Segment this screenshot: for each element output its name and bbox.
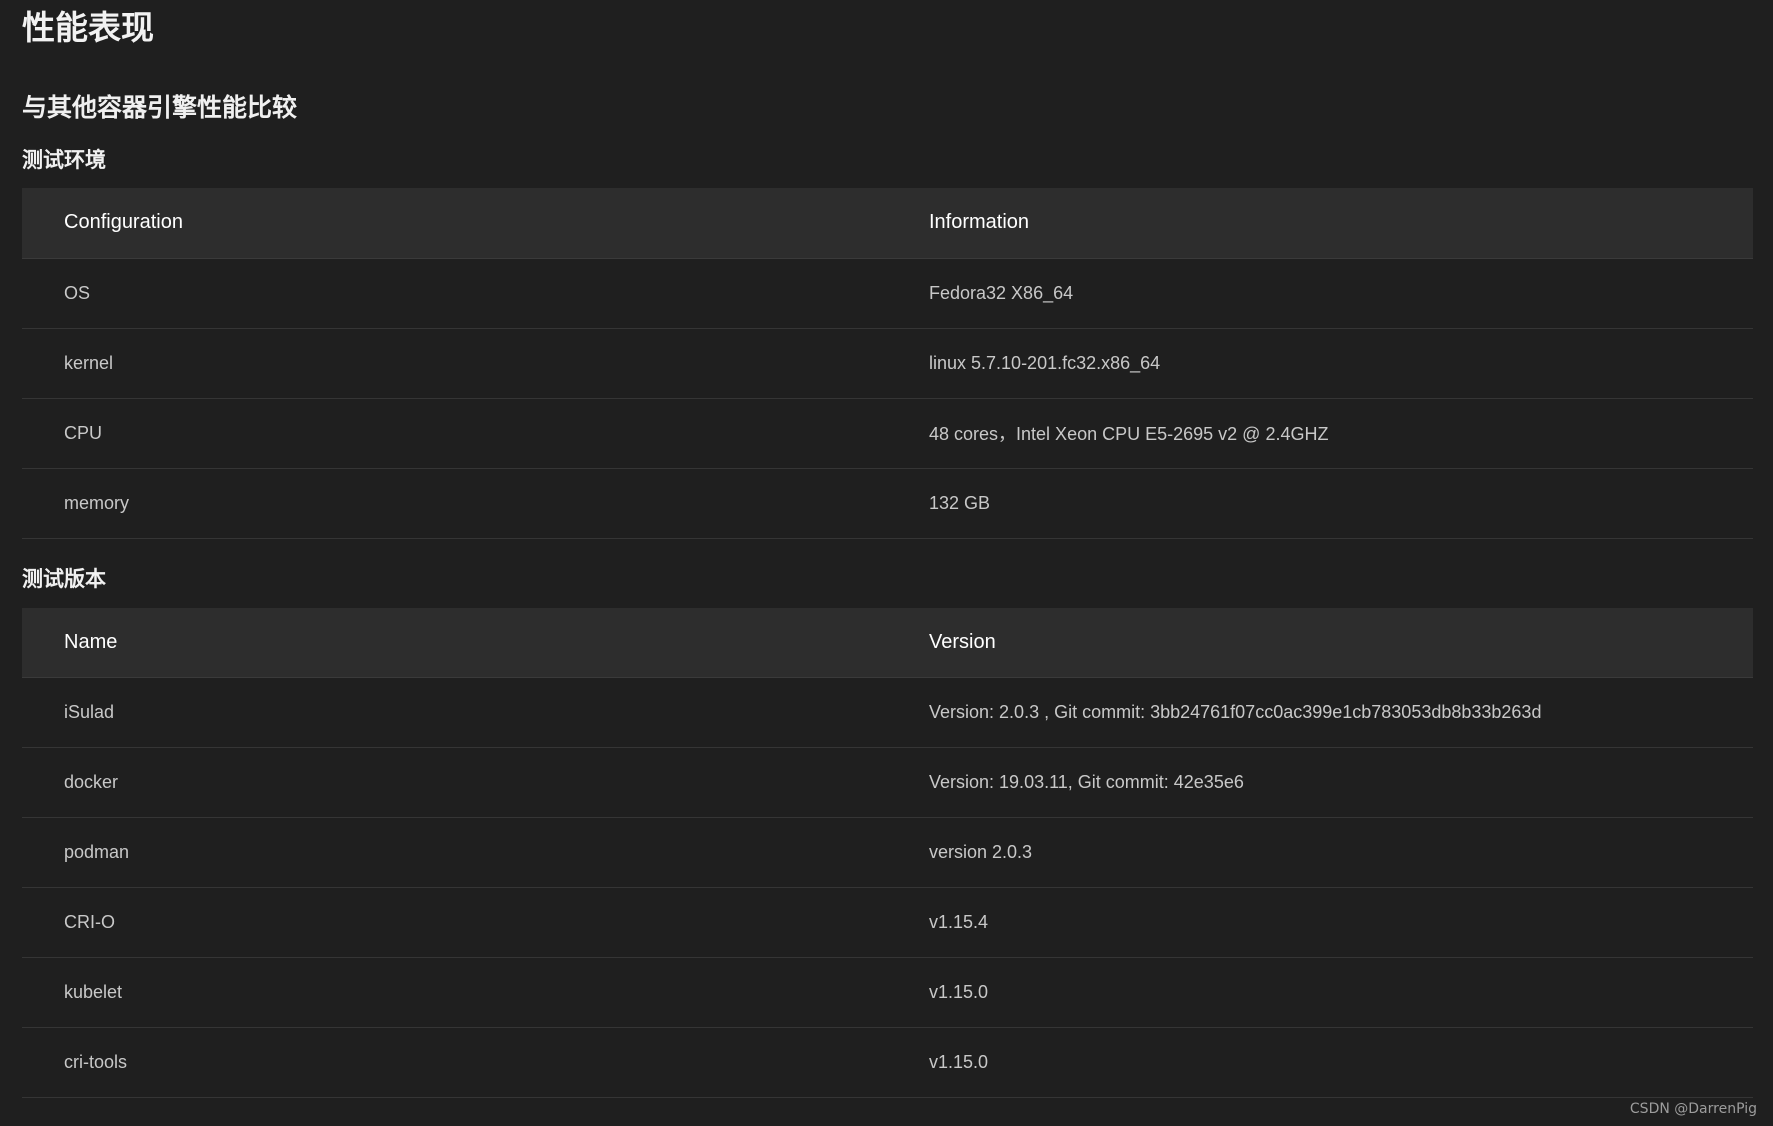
table-cell: 132 GB <box>887 468 1753 539</box>
env-title: 测试环境 <box>22 149 106 172</box>
table-row: podman version 2.0.3 <box>22 817 1753 888</box>
column-header: Version <box>887 607 1753 678</box>
table-row: kernel linux 5.7.10-201.fc32.x86_64 <box>22 328 1753 399</box>
table-cell: kernel <box>22 328 887 399</box>
table-row: kubelet v1.15.0 <box>22 957 1753 1028</box>
page: 性能表现 与其他容器引擎性能比较 测试环境 Configuration Info… <box>0 0 1773 1126</box>
table-row: cri-tools v1.15.0 <box>22 1027 1753 1098</box>
table-cell: CPU <box>22 398 887 469</box>
table-row: OS Fedora32 X86_64 <box>22 258 1753 329</box>
table-cell: CRI-O <box>22 887 887 958</box>
table-cell: OS <box>22 258 887 329</box>
table-header-row: Name Version <box>22 607 1753 678</box>
table-cell: v1.15.4 <box>887 887 1753 958</box>
column-header: Name <box>22 607 887 678</box>
table-cell: v1.15.0 <box>887 957 1753 1028</box>
table-cell: version 2.0.3 <box>887 817 1753 888</box>
env-table: Configuration Information OS Fedora32 X8… <box>22 188 1753 539</box>
table-row: CRI-O v1.15.4 <box>22 887 1753 958</box>
watermark: CSDN @DarrenPig <box>1629 1101 1757 1117</box>
table-cell: docker <box>22 747 887 818</box>
table-cell: v1.15.0 <box>887 1027 1753 1098</box>
column-header: Configuration <box>22 188 887 259</box>
page-title: 性能表现 <box>22 9 154 46</box>
table-cell: kubelet <box>22 957 887 1028</box>
table-cell: Version: 2.0.3 , Git commit: 3bb24761f07… <box>887 677 1753 748</box>
table-cell: Fedora32 X86_64 <box>887 258 1753 329</box>
table-row: memory 132 GB <box>22 468 1753 539</box>
table-row: iSulad Version: 2.0.3 , Git commit: 3bb2… <box>22 677 1753 748</box>
table-row: docker Version: 19.03.11, Git commit: 42… <box>22 747 1753 818</box>
section-title: 与其他容器引擎性能比较 <box>22 94 298 122</box>
table-cell: Version: 19.03.11, Git commit: 42e35e6 <box>887 747 1753 818</box>
table-cell: linux 5.7.10-201.fc32.x86_64 <box>887 328 1753 399</box>
versions-table: Name Version iSulad Version: 2.0.3 , Git… <box>22 607 1753 1098</box>
table-cell: memory <box>22 468 887 539</box>
table-cell: 48 cores，Intel Xeon CPU E5-2695 v2 @ 2.4… <box>887 398 1753 469</box>
table-cell: cri-tools <box>22 1027 887 1098</box>
table-header-row: Configuration Information <box>22 188 1753 259</box>
column-header: Information <box>887 188 1753 259</box>
table-cell: podman <box>22 817 887 888</box>
table-row: CPU 48 cores，Intel Xeon CPU E5-2695 v2 @… <box>22 398 1753 469</box>
versions-title: 测试版本 <box>22 567 106 591</box>
table-cell: iSulad <box>22 677 887 748</box>
